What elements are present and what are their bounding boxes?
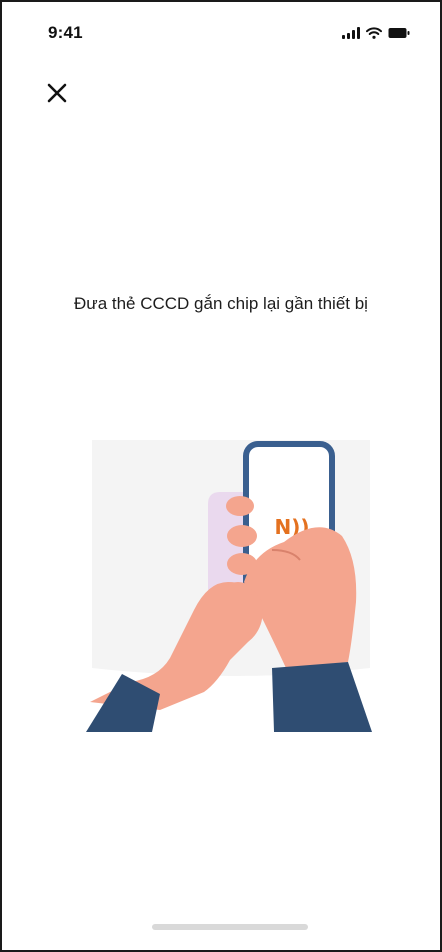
hands-holding-phone-illustration: N)) [86,440,372,732]
signal-icon [342,27,360,39]
status-bar: 9:41 [48,20,410,46]
status-time: 9:41 [48,23,83,42]
wifi-icon [366,27,382,39]
instruction-text: Đưa thẻ CCCD gắn chip lại gần thiết bị [74,294,368,313]
home-indicator [152,924,308,930]
phone-screen: 9:41 Đưa thẻ CCCD gắn chip lại gần thiết… [0,0,442,952]
close-button[interactable] [42,78,72,108]
status-icons [342,27,410,39]
right-sleeve [272,662,372,732]
battery-icon [388,28,410,38]
close-icon [47,83,67,103]
